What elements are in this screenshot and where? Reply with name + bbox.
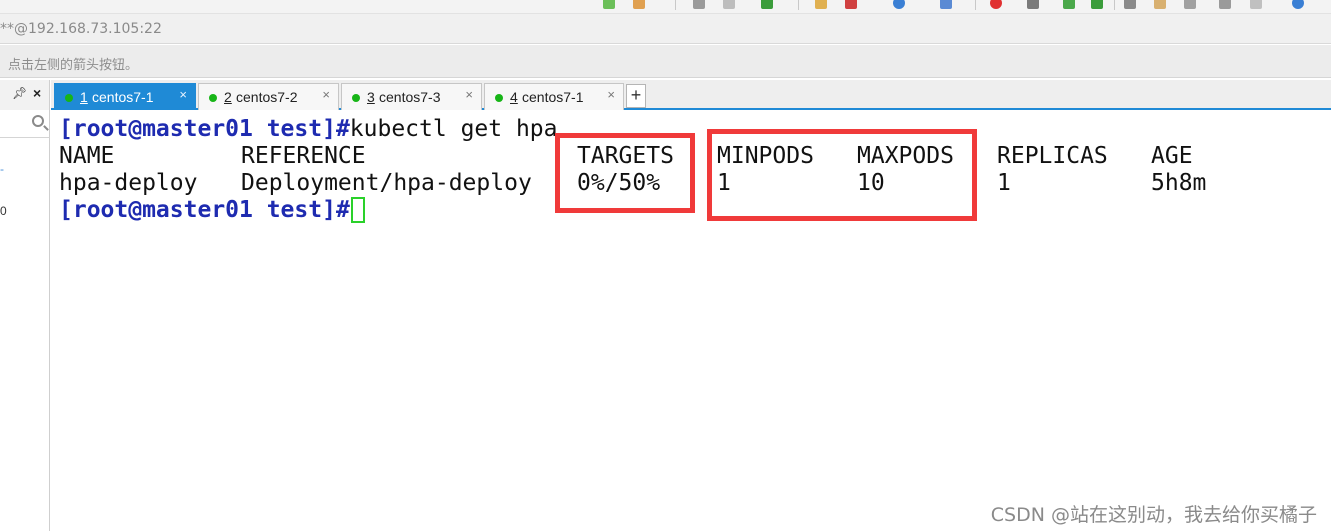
terminal-cursor bbox=[350, 197, 365, 223]
shell-prompt: [root@master01 test]# bbox=[59, 197, 350, 223]
terminal[interactable]: [root@master01 test]#kubectl get hpa NAM… bbox=[51, 112, 1331, 531]
session-panel: - 0 bbox=[0, 138, 50, 531]
tab-label: centos7-1 bbox=[92, 89, 154, 105]
toolbar-icon[interactable] bbox=[723, 0, 735, 9]
session-panel-header: 📌︎ × bbox=[0, 80, 50, 110]
tab-label: centos7-2 bbox=[236, 89, 298, 105]
tab-label: centos7-1 bbox=[522, 89, 584, 105]
toolbar-icon[interactable] bbox=[1063, 0, 1075, 9]
tab-number: 2 bbox=[224, 89, 232, 105]
hint-text: 点击左侧的箭头按钮。 bbox=[8, 58, 139, 73]
prompt-line: [root@master01 test]# bbox=[59, 197, 365, 224]
tab-centos7-1[interactable]: 1 centos7-1 × bbox=[54, 83, 196, 110]
column-header: REPLICAS bbox=[997, 143, 1108, 169]
connected-status-icon bbox=[65, 94, 73, 102]
tab-centos7-3[interactable]: 3 centos7-3 × bbox=[341, 83, 482, 110]
session-address: **@192.168.73.105:22 bbox=[0, 21, 162, 37]
session-search-box[interactable] bbox=[0, 110, 50, 138]
toolbar-icon[interactable] bbox=[1250, 0, 1262, 9]
toolbar-icon[interactable] bbox=[1091, 0, 1103, 9]
pods-highlight-box bbox=[707, 129, 977, 221]
table-cell: 5h8m bbox=[1151, 170, 1207, 196]
pin-icon[interactable]: 📌︎ bbox=[12, 86, 27, 100]
close-tab-icon[interactable]: × bbox=[607, 87, 615, 102]
column-header: NAME bbox=[59, 143, 115, 169]
search-icon[interactable] bbox=[32, 115, 44, 127]
command-line: [root@master01 test]#kubectl get hpa bbox=[59, 116, 558, 143]
toolbar-icon[interactable] bbox=[815, 0, 827, 9]
column-header: REFERENCE bbox=[241, 143, 366, 169]
tab-centos7-1-duplicate[interactable]: 4 centos7-1 × bbox=[484, 83, 624, 110]
close-tab-icon[interactable]: × bbox=[465, 87, 473, 102]
toolbar-icon[interactable] bbox=[603, 0, 615, 9]
table-cell: hpa-deploy bbox=[59, 170, 198, 196]
table-cell: 1 bbox=[997, 170, 1011, 196]
tab-number: 3 bbox=[367, 89, 375, 105]
toolbar-icon[interactable] bbox=[1154, 0, 1166, 9]
hint-bar: 点击左侧的箭头按钮。 bbox=[0, 45, 1331, 78]
close-tab-icon[interactable]: × bbox=[179, 87, 187, 102]
address-bar[interactable]: **@192.168.73.105:22 bbox=[0, 14, 1331, 44]
session-tree-fragment: - bbox=[0, 162, 4, 176]
new-tab-button[interactable]: + bbox=[626, 84, 646, 108]
toolbar-icon[interactable] bbox=[990, 0, 1002, 9]
toolbar bbox=[0, 0, 1331, 14]
connected-status-icon bbox=[209, 94, 217, 102]
connected-status-icon bbox=[352, 94, 360, 102]
tab-label: centos7-3 bbox=[379, 89, 441, 105]
close-tab-icon[interactable]: × bbox=[322, 87, 330, 102]
toolbar-icon[interactable] bbox=[893, 0, 905, 9]
toolbar-icon[interactable] bbox=[693, 0, 705, 9]
toolbar-icon[interactable] bbox=[761, 0, 773, 9]
tab-number: 4 bbox=[510, 89, 518, 105]
shell-prompt: [root@master01 test]# bbox=[59, 116, 350, 142]
command-text: kubectl get hpa bbox=[349, 116, 558, 142]
tab-centos7-2[interactable]: 2 centos7-2 × bbox=[198, 83, 339, 110]
tab-bar: 1 centos7-1 × 2 centos7-2 × 3 centos7-3 … bbox=[51, 80, 1331, 110]
targets-highlight-box bbox=[555, 133, 695, 213]
toolbar-icon[interactable] bbox=[940, 0, 952, 9]
table-cell: Deployment/hpa-deploy bbox=[241, 170, 532, 196]
toolbar-icon[interactable] bbox=[845, 0, 857, 9]
watermark: CSDN @站在这别动，我去给你买橘子 bbox=[990, 504, 1317, 526]
session-tree-fragment: 0 bbox=[0, 204, 7, 218]
toolbar-icon[interactable] bbox=[1292, 0, 1304, 9]
close-icon[interactable]: × bbox=[33, 85, 41, 101]
tab-number: 1 bbox=[80, 89, 88, 105]
toolbar-icon[interactable] bbox=[1184, 0, 1196, 9]
column-header: AGE bbox=[1151, 143, 1193, 169]
connected-status-icon bbox=[495, 94, 503, 102]
toolbar-icon[interactable] bbox=[1219, 0, 1231, 9]
toolbar-icon[interactable] bbox=[1027, 0, 1039, 9]
toolbar-icon[interactable] bbox=[633, 0, 645, 9]
toolbar-icon[interactable] bbox=[1124, 0, 1136, 9]
